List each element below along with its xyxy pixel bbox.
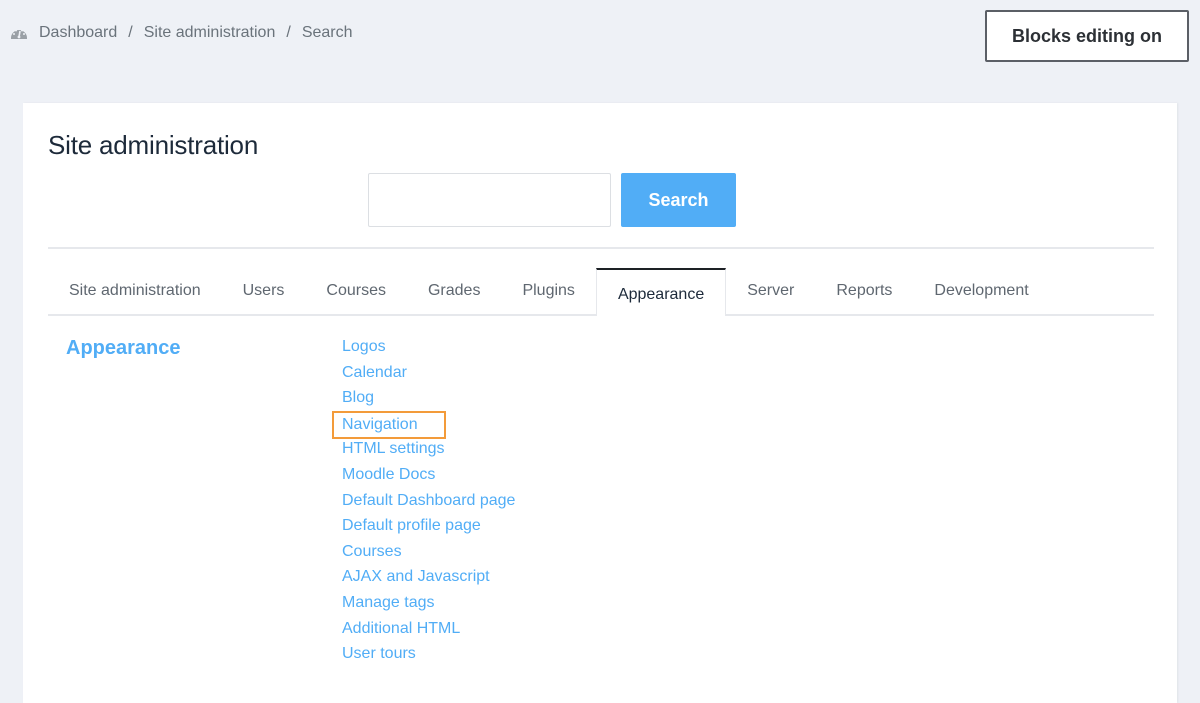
- link-html-settings[interactable]: HTML settings: [342, 438, 445, 460]
- tab-appearance[interactable]: Appearance: [595, 268, 727, 316]
- tab-site-administration[interactable]: Site administration: [48, 268, 222, 314]
- dashboard-gauge-icon: [10, 25, 28, 41]
- link-navigation[interactable]: Navigation: [332, 410, 446, 439]
- tab-courses[interactable]: Courses: [305, 268, 407, 314]
- breadcrumb-separator: /: [128, 24, 133, 41]
- main-card: Site administration Search Site administ…: [23, 103, 1177, 703]
- search-button[interactable]: Search: [621, 173, 736, 227]
- breadcrumb: Dashboard / Site administration / Search: [10, 24, 353, 42]
- link-calendar[interactable]: Calendar: [342, 362, 407, 384]
- list-item: AJAX and Javascript: [342, 566, 515, 592]
- breadcrumb-site-administration[interactable]: Site administration: [144, 24, 276, 42]
- link-default-dashboard-page[interactable]: Default Dashboard page: [342, 490, 515, 512]
- divider: [48, 247, 1154, 249]
- link-additional-html[interactable]: Additional HTML: [342, 618, 460, 640]
- breadcrumb-separator: /: [286, 24, 291, 41]
- list-item: Default profile page: [342, 515, 515, 541]
- list-item: Calendar: [342, 362, 515, 388]
- list-item: User tours: [342, 643, 515, 669]
- link-ajax-and-javascript[interactable]: AJAX and Javascript: [342, 566, 490, 588]
- page-title: Site administration: [48, 130, 259, 160]
- link-courses[interactable]: Courses: [342, 541, 402, 563]
- list-item: Blog: [342, 387, 515, 413]
- list-item: Default Dashboard page: [342, 490, 515, 516]
- list-item: Moodle Docs: [342, 464, 515, 490]
- list-item: Manage tags: [342, 592, 515, 618]
- breadcrumb-dashboard[interactable]: Dashboard: [39, 24, 117, 42]
- tab-development[interactable]: Development: [913, 268, 1049, 314]
- list-item: HTML settings: [342, 438, 515, 464]
- list-item: Courses: [342, 541, 515, 567]
- appearance-link-list: Logos Calendar Blog Navigation HTML sett…: [332, 336, 515, 669]
- admin-tabs: Site administration Users Courses Grades…: [48, 268, 1154, 316]
- tab-grades[interactable]: Grades: [407, 268, 501, 314]
- link-default-profile-page[interactable]: Default profile page: [342, 515, 481, 537]
- tab-plugins[interactable]: Plugins: [501, 268, 595, 314]
- admin-search-input[interactable]: [368, 173, 611, 227]
- link-logos[interactable]: Logos: [342, 336, 386, 358]
- link-moodle-docs[interactable]: Moodle Docs: [342, 464, 435, 486]
- list-item: Logos: [342, 336, 515, 362]
- section-heading-appearance[interactable]: Appearance: [66, 337, 181, 360]
- link-manage-tags[interactable]: Manage tags: [342, 592, 435, 614]
- blocks-editing-toggle-button[interactable]: Blocks editing on: [985, 10, 1189, 62]
- list-item: Additional HTML: [342, 618, 515, 644]
- tab-server[interactable]: Server: [726, 268, 815, 314]
- breadcrumb-search: Search: [301, 24, 353, 41]
- tab-reports[interactable]: Reports: [815, 268, 913, 314]
- link-blog[interactable]: Blog: [342, 387, 374, 409]
- list-item: Navigation: [332, 410, 515, 439]
- link-user-tours[interactable]: User tours: [342, 643, 416, 665]
- tab-users[interactable]: Users: [222, 268, 306, 314]
